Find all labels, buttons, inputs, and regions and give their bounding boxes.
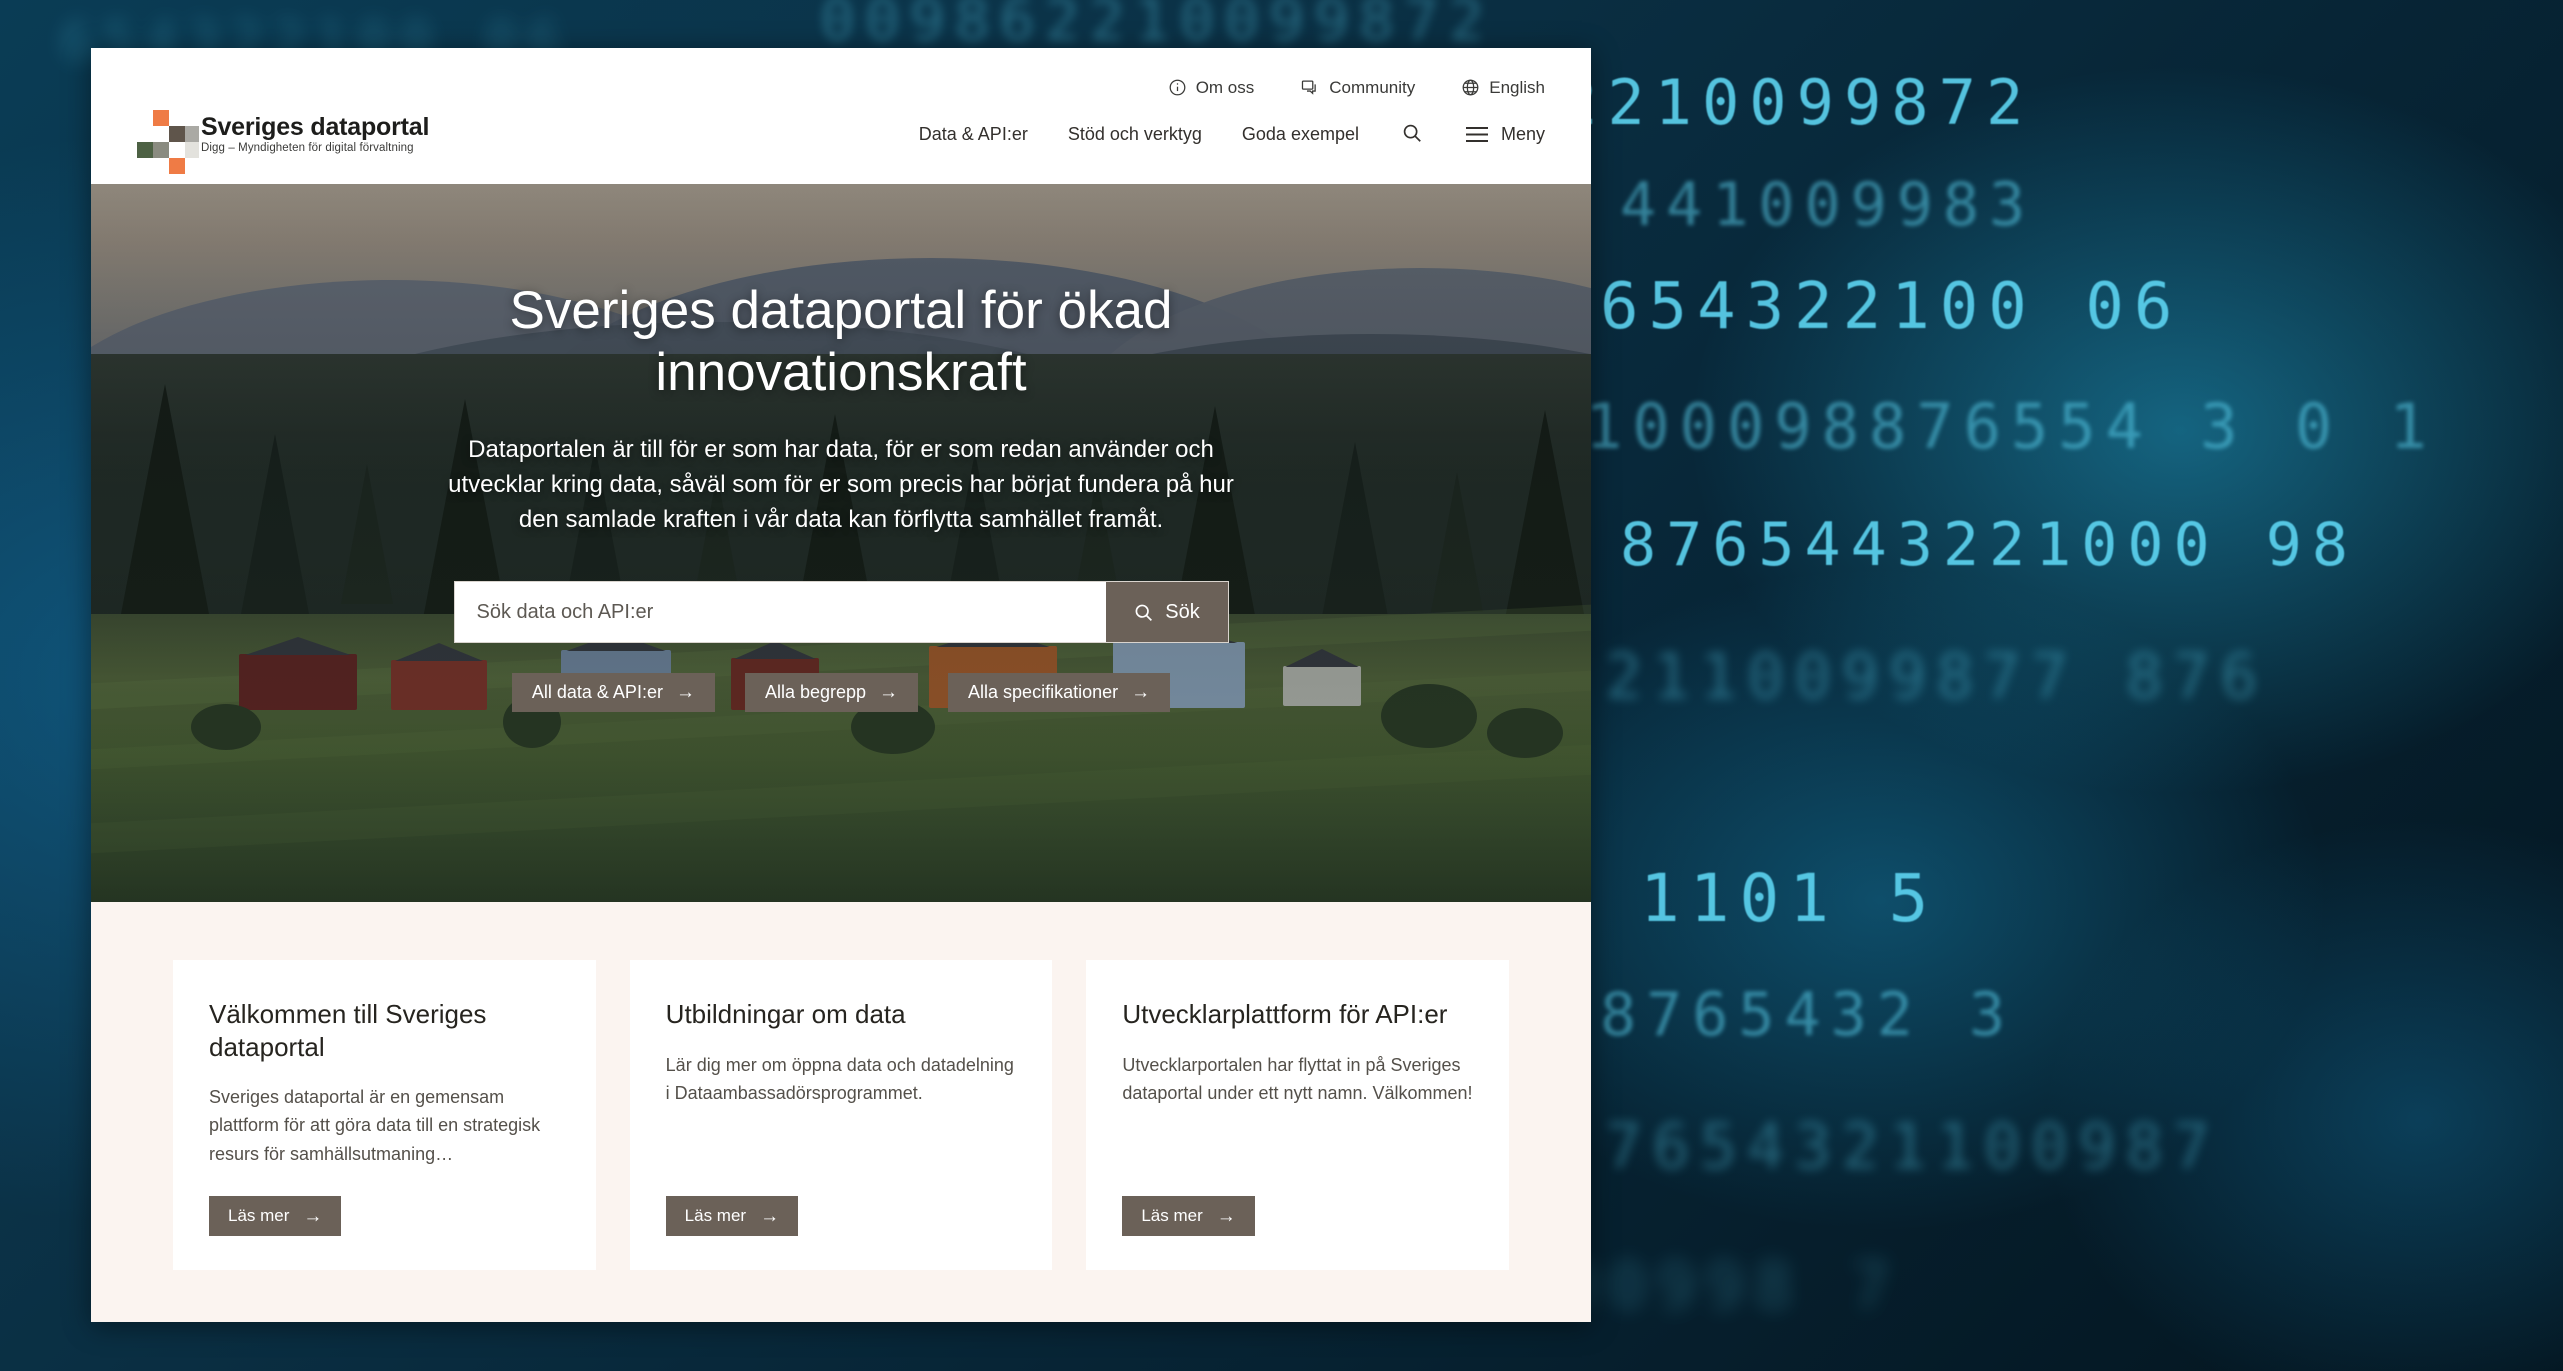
topnav-label: Community [1329,77,1416,97]
card-utvecklarplattform[interactable]: Utvecklarplattform för API:er Utvecklarp… [1086,960,1510,1271]
backdrop-digit-row: 100098876554 3 0 1 [1585,390,2437,463]
card-button-label: Läs mer [684,1206,747,1226]
highlight-cards-section: Välkommen till Sveriges dataportal Sveri… [91,902,1591,1322]
hero-search-bar: Sök [453,581,1229,644]
backdrop-digit-row: 2110099877 876 [1605,640,2268,713]
backdrop-digit-row: 1101 5 [1640,860,1939,937]
backdrop-digit-row: 2210099872 [1560,66,2034,139]
card-button-label: Läs mer [1141,1206,1203,1226]
search-submit-label: Sök [1165,600,1200,623]
primary-nav-bar: Sveriges dataportal Digg – Myndigheten f… [91,104,1591,184]
menu-button[interactable]: Meny [1465,124,1545,145]
topnav-item-language[interactable]: English [1461,78,1545,97]
hero-content: Sveriges dataportal för ökad innovations… [91,184,1591,902]
utility-nav: Om oss Community English [91,48,1591,104]
topnav-label: Om oss [1195,77,1255,97]
card-read-more-button[interactable]: Läs mer → [209,1196,342,1237]
hero-lead-text: Dataportalen är till för er som har data… [448,436,1234,534]
quicklink-label: Alla specifikationer [968,682,1119,703]
menu-button-label: Meny [1500,123,1545,144]
search-submit-button[interactable]: Sök [1105,582,1228,643]
search-input[interactable] [454,582,1106,643]
backdrop-digit-row: 009862210099872 [820,0,1494,54]
arrow-right-icon: → [879,682,899,704]
arrow-right-icon: → [1131,682,1151,704]
browser-page: Om oss Community English Sveriges datapo… [91,48,1591,1322]
card-body: Sveriges dataportal är en gemensam platt… [209,1087,541,1164]
quicklink-label: Alla begrepp [764,682,867,703]
chat-icon [1300,78,1320,97]
site-logo-link[interactable]: Sveriges dataportal Digg – Myndigheten f… [137,110,430,174]
site-header: Om oss Community English Sveriges datapo… [91,48,1591,184]
card-read-more-button[interactable]: Läs mer → [665,1196,799,1237]
arrow-right-icon: → [1216,1205,1236,1227]
backdrop-digit-row: 654322100 06 [1600,270,2183,344]
hero-section: Sveriges dataportal för ökad innovations… [91,184,1591,902]
nav-item-goda-exempel[interactable]: Goda exempel [1242,124,1359,145]
backdrop-digit-row: 8765443221000 98 [1620,510,2358,580]
card-button-label: Läs mer [228,1206,290,1226]
main-navigation: Data & API:er Stöd och verktyg Goda exem… [919,120,1545,149]
arrow-right-icon: → [303,1205,323,1227]
card-body: Utvecklarportalen har flyttat in på Sver… [1122,1054,1473,1103]
topnav-item-om-oss[interactable]: Om oss [1168,77,1255,97]
search-icon [1133,602,1154,623]
arrow-right-icon: → [675,682,695,704]
card-body: Lär dig mer om öppna data och datadelnin… [665,1054,1014,1103]
card-title: Välkommen till Sveriges dataportal [209,999,487,1062]
nav-item-stod-och-verktyg[interactable]: Stöd och verktyg [1068,124,1202,145]
quicklink-label: All data & API:er [531,682,663,703]
hero-title: Sveriges dataportal för ökad innovations… [509,281,1173,402]
nav-item-data-apier[interactable]: Data & API:er [919,124,1028,145]
card-title: Utvecklarplattform för API:er [1122,999,1448,1029]
quicklink-alla-begrepp[interactable]: Alla begrepp → [744,673,919,713]
card-read-more-button[interactable]: Läs mer → [1122,1196,1255,1237]
brand-title: Sveriges dataportal [201,112,430,141]
quicklink-alla-specifikationer[interactable]: Alla specifikationer → [948,673,1171,713]
card-valkommen[interactable]: Välkommen till Sveriges dataportal Sveri… [173,960,596,1271]
backdrop-digit-row: 00998 7 [1560,1250,1900,1324]
search-icon [1401,122,1423,144]
globe-icon [1461,78,1480,97]
quicklink-all-data-apier[interactable]: All data & API:er → [511,673,715,713]
dataportal-logo-icon [137,110,199,174]
topnav-label: English [1489,77,1545,97]
cards-grid: Välkommen till Sveriges dataportal Sveri… [173,960,1510,1271]
info-icon [1168,78,1187,97]
topnav-item-community[interactable]: Community [1300,78,1415,97]
backdrop-digit-row: 8765432 3 [1600,980,2016,1050]
backdrop-digit-row: 441009983 [1620,170,2036,240]
card-title: Utbildningar om data [665,999,906,1029]
hero-quick-links: All data & API:er → Alla begrepp → Alla … [511,673,1171,713]
search-toggle-button[interactable] [1399,120,1425,149]
card-utbildningar[interactable]: Utbildningar om data Lär dig mer om öppn… [629,960,1053,1271]
brand-subtitle: Digg – Myndigheten för digital förvaltni… [201,142,414,155]
arrow-right-icon: → [760,1205,780,1227]
backdrop-digit-row: 7654321100987 [1605,1110,2221,1183]
hamburger-icon [1465,126,1489,143]
